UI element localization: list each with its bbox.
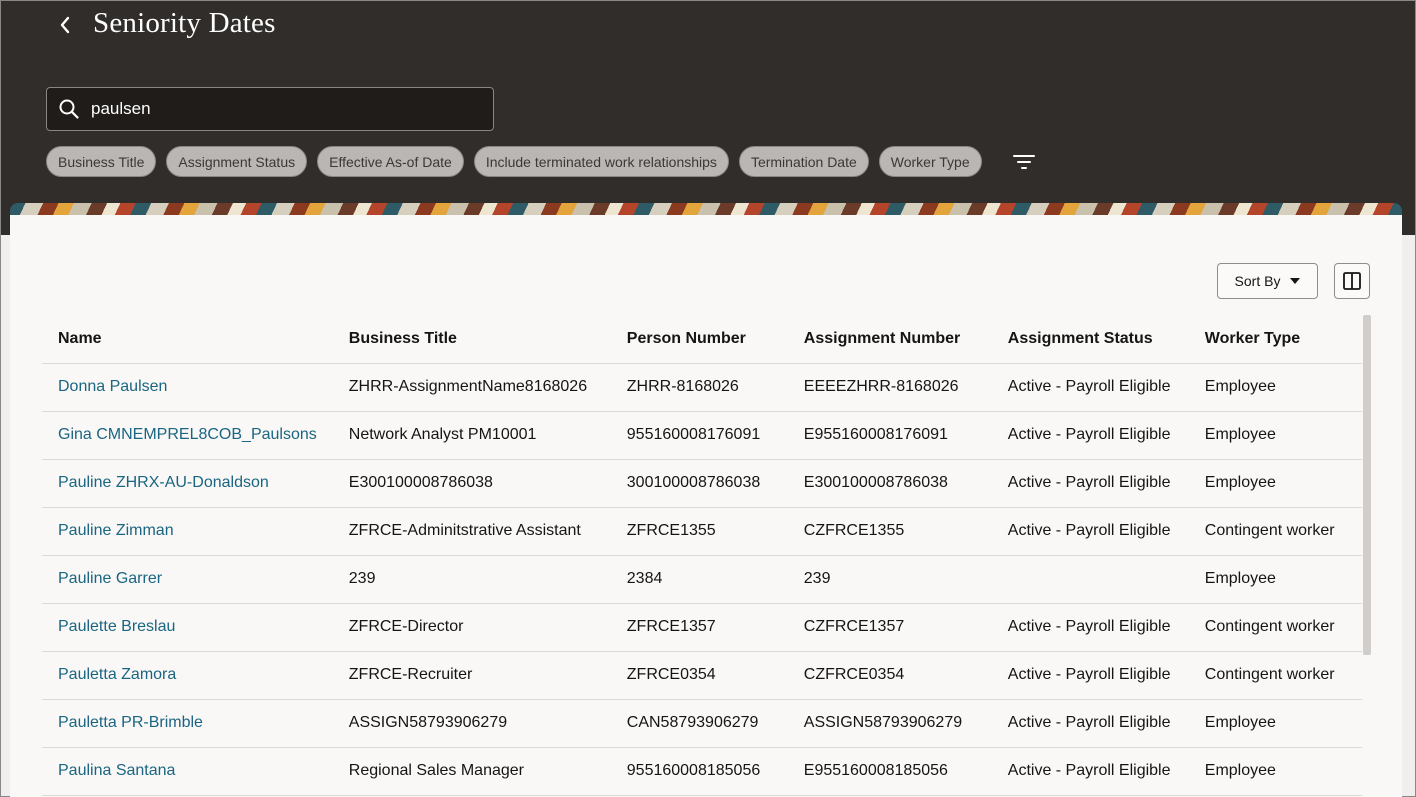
- back-chevron-icon: [60, 16, 70, 34]
- assignment-number: E955160008176091: [787, 411, 992, 460]
- business-title: E300100008786038: [332, 459, 611, 508]
- panel-split-icon: [1343, 272, 1361, 290]
- name-link[interactable]: Donna Paulsen: [42, 363, 333, 412]
- table-row[interactable]: Paulina Santana Regional Sales Manager 955…: [42, 747, 1362, 796]
- filter-chips: Business Title Assignment Status Effecti…: [46, 146, 1036, 177]
- assignment-status: [991, 555, 1189, 604]
- assignment-number: CZFRCE1357: [787, 603, 992, 652]
- column-header: Assignment Number: [787, 315, 992, 364]
- page-title: Seniority Dates: [93, 7, 276, 39]
- name-link[interactable]: Pauline Garrer: [42, 555, 333, 604]
- search-box[interactable]: [46, 87, 494, 131]
- worker-type: Employee: [1188, 699, 1362, 748]
- assignment-status: Active - Payroll Eligible: [991, 507, 1189, 556]
- chip-business-title[interactable]: Business Title: [46, 146, 157, 177]
- table-row[interactable]: Pauline Zimman ZFRCE-Adminitstrative Assi…: [42, 507, 1362, 556]
- page-header: Seniority Dates Business Title Assignmen…: [1, 1, 1415, 235]
- chip-include-terminated[interactable]: Include terminated work relationships: [473, 146, 729, 177]
- filter-icon[interactable]: [1012, 150, 1036, 174]
- worker-type: Employee: [1188, 363, 1362, 412]
- assignment-status: Active - Payroll Eligible: [991, 603, 1189, 652]
- business-title: Regional Sales Manager: [332, 747, 611, 796]
- name-link[interactable]: Pauline ZHRX-AU-Donaldson: [42, 459, 333, 508]
- name-link[interactable]: Pauline Zimman: [42, 507, 333, 556]
- assignment-number: ASSIGN58793906279: [787, 699, 992, 748]
- business-title: ZFRCE-Director: [332, 603, 611, 652]
- worker-type: Employee: [1188, 555, 1362, 604]
- column-header: Worker Type: [1188, 315, 1362, 364]
- business-title: ASSIGN58793906279: [332, 699, 611, 748]
- person-number: ZFRCE1357: [610, 603, 788, 652]
- table-row[interactable]: Pauletta PR-Brimble ASSIGN58793906279 CAN5…: [42, 699, 1362, 748]
- caret-down-icon: [1290, 278, 1301, 284]
- person-number: 955160008185056: [610, 747, 788, 796]
- assignment-status: Active - Payroll Eligible: [991, 699, 1189, 748]
- name-link[interactable]: Gina CMNEMPREL8COB_Paulsons: [42, 411, 333, 460]
- person-number: 300100008786038: [610, 459, 788, 508]
- table-row[interactable]: Pauline ZHRX-AU-Donaldson E30010000878603…: [42, 459, 1362, 508]
- chip-worker-type[interactable]: Worker Type: [878, 146, 982, 177]
- assignment-status: Active - Payroll Eligible: [991, 411, 1189, 460]
- panel-toggle-button[interactable]: [1334, 263, 1370, 299]
- assignment-status: Active - Payroll Eligible: [991, 459, 1189, 508]
- assignment-status: Active - Payroll Eligible: [991, 747, 1189, 796]
- worker-type: Employee: [1188, 459, 1362, 508]
- assignment-number: 239: [787, 555, 992, 604]
- table-row[interactable]: Gina CMNEMPREL8COB_Paulsons Network Analy…: [42, 411, 1362, 460]
- person-number: ZFRCE1355: [610, 507, 788, 556]
- name-link[interactable]: Pauletta Zamora: [42, 651, 333, 700]
- table-row[interactable]: Pauline Garrer 239 2384 239 Employee: [42, 555, 1362, 604]
- person-number: 955160008176091: [610, 411, 788, 460]
- table-row[interactable]: Donna Paulsen ZHRR-AssignmentName8168026 Z…: [42, 363, 1362, 412]
- assignment-status: Active - Payroll Eligible: [991, 651, 1189, 700]
- table-header-row: Name Business Title Person Number Assign…: [42, 315, 1362, 364]
- assignment-number: EEEEZHRR-8168026: [787, 363, 992, 412]
- results-panel: Sort By Name Business Title Person Numbe…: [10, 215, 1402, 797]
- business-title: ZFRCE-Recruiter: [332, 651, 611, 700]
- assignment-number: CZFRCE1355: [787, 507, 992, 556]
- business-title: ZHRR-AssignmentName8168026: [332, 363, 611, 412]
- search-input[interactable]: [91, 99, 471, 119]
- business-title: Network Analyst PM10001: [332, 411, 611, 460]
- business-title: ZFRCE-Adminitstrative Assistant: [332, 507, 611, 556]
- assignment-number: CZFRCE0354: [787, 651, 992, 700]
- chip-termination-date[interactable]: Termination Date: [738, 146, 869, 177]
- back-button[interactable]: [51, 11, 79, 39]
- assignment-status: Active - Payroll Eligible: [991, 363, 1189, 412]
- person-number: ZFRCE0354: [610, 651, 788, 700]
- person-number: 2384: [610, 555, 788, 604]
- column-header: Assignment Status: [991, 315, 1189, 364]
- name-link[interactable]: Pauletta PR-Brimble: [42, 699, 333, 748]
- chip-effective-as-of-date[interactable]: Effective As-of Date: [317, 146, 464, 177]
- sort-by-button[interactable]: Sort By: [1217, 263, 1318, 299]
- worker-type: Contingent worker: [1188, 507, 1362, 556]
- table-row[interactable]: Pauletta Zamora ZFRCE-Recruiter ZFRCE0354 C…: [42, 651, 1362, 700]
- search-icon: [47, 98, 91, 120]
- assignment-number: E955160008185056: [787, 747, 992, 796]
- name-link[interactable]: Paulina Santana: [42, 747, 333, 796]
- worker-type: Employee: [1188, 411, 1362, 460]
- scrollbar[interactable]: [1363, 315, 1371, 655]
- sort-by-label: Sort By: [1234, 273, 1281, 289]
- worker-type: Employee: [1188, 747, 1362, 796]
- column-header: Business Title: [332, 315, 611, 364]
- chip-assignment-status[interactable]: Assignment Status: [166, 146, 308, 177]
- name-link[interactable]: Paulette Breslau: [42, 603, 333, 652]
- column-header: Person Number: [610, 315, 788, 364]
- business-title: 239: [332, 555, 611, 604]
- worker-type: Contingent worker: [1188, 603, 1362, 652]
- assignment-number: E300100008786038: [787, 459, 992, 508]
- worker-type: Contingent worker: [1188, 651, 1362, 700]
- column-header: Name: [42, 315, 333, 364]
- results-table: Name Business Title Person Number Assign…: [42, 315, 1362, 796]
- table-row[interactable]: Paulette Breslau ZFRCE-Director ZFRCE1357 C…: [42, 603, 1362, 652]
- person-number: ZHRR-8168026: [610, 363, 788, 412]
- person-number: CAN58793906279: [610, 699, 788, 748]
